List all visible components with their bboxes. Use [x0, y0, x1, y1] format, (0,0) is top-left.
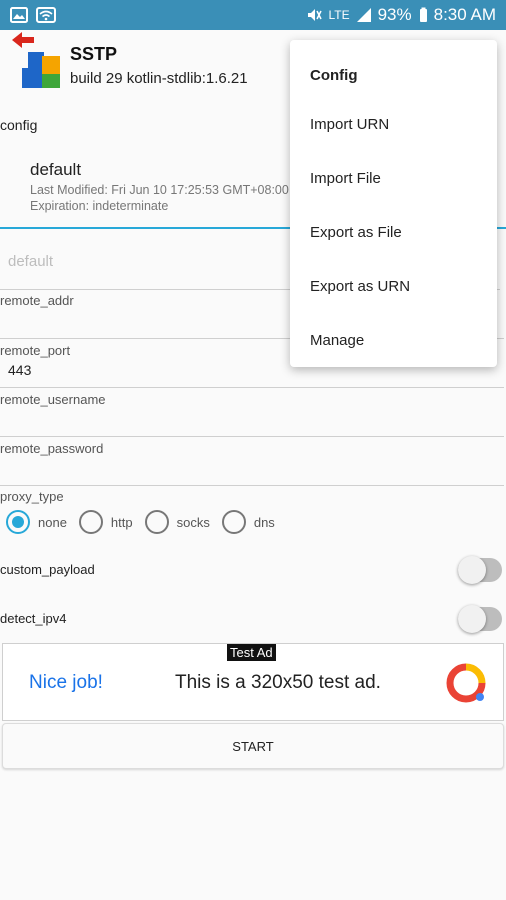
config-item-name: default — [30, 160, 82, 179]
network-type: LTE — [328, 8, 350, 22]
menu-item-export-file[interactable]: Export as File — [290, 206, 497, 260]
detect-ipv4-switch[interactable] — [458, 605, 502, 633]
menu-item-label: Export as File — [310, 224, 402, 241]
menu-item-label: Import File — [310, 170, 381, 187]
remote-addr-label: remote_addr — [0, 293, 74, 308]
proxy-radio-http[interactable] — [78, 510, 103, 534]
proxy-option-http-label: http — [110, 514, 133, 530]
menu-item-import-file[interactable]: Import File — [290, 152, 497, 206]
spinner-value: default — [8, 253, 54, 270]
remote-password-underline — [0, 485, 504, 486]
proxy-radio-none[interactable] — [6, 510, 30, 534]
menu-item-export-urn[interactable]: Export as URN — [290, 260, 497, 314]
remote-port-underline — [0, 387, 504, 388]
menu-header: Config — [310, 67, 358, 84]
proxy-radio-dns[interactable] — [221, 510, 246, 534]
wifi-icon — [36, 7, 56, 23]
image-icon — [10, 7, 28, 23]
menu-item-label: Manage — [310, 332, 365, 349]
remote-password-input[interactable] — [8, 460, 498, 480]
config-last-modified: Last Modified: Fri Jun 10 17:25:53 GMT+0… — [30, 183, 289, 197]
clock: 8:30 AM — [433, 5, 496, 24]
menu-item-manage[interactable]: Manage — [290, 314, 497, 368]
battery-percent: 93% — [377, 5, 412, 24]
remote-username-underline — [0, 436, 504, 437]
proxy-radio-socks[interactable] — [144, 510, 169, 534]
proxy-option-dns-label: dns — [253, 514, 275, 530]
config-section-label: config — [0, 117, 38, 133]
start-button[interactable]: START — [2, 723, 504, 769]
custom-payload-switch[interactable] — [458, 556, 502, 584]
config-popup-menu: Config Import URN Import File Export as … — [290, 40, 497, 367]
test-ad-tag: Test Ad — [227, 644, 276, 661]
status-bar: LTE 93% 8:30 AM — [0, 0, 506, 30]
ad-nice-text: Nice job! — [29, 672, 103, 693]
remote-port-label: remote_port — [0, 343, 71, 358]
menu-item-label: Export as URN — [310, 278, 411, 295]
app-title: SSTP — [70, 44, 118, 64]
ad-logo-icon — [446, 663, 486, 703]
app-subtitle: build 29 kotlin-stdlib:1.6.21 — [70, 70, 248, 87]
remote-password-label: remote_password — [0, 441, 104, 456]
proxy-option-socks-label: socks — [176, 514, 210, 530]
menu-item-import-urn[interactable]: Import URN — [290, 98, 497, 152]
ad-body-text: This is a 320x50 test ad. — [175, 672, 381, 693]
mute-icon — [308, 9, 323, 21]
signal-icon — [356, 8, 371, 22]
proxy-type-label: proxy_type — [0, 489, 64, 504]
menu-item-label: Import URN — [310, 116, 390, 133]
remote-username-input[interactable] — [8, 411, 498, 431]
proxy-type-group: none http socks dns — [6, 510, 287, 534]
battery-icon — [419, 7, 427, 22]
remote-username-label: remote_username — [0, 392, 106, 407]
proxy-option-none-label: none — [38, 514, 67, 530]
custom-payload-label: custom_payload — [0, 562, 95, 577]
puzzle-logo — [12, 32, 60, 88]
detect-ipv4-label: detect_ipv4 — [0, 611, 67, 626]
config-expiration: Expiration: indeterminate — [30, 199, 169, 213]
